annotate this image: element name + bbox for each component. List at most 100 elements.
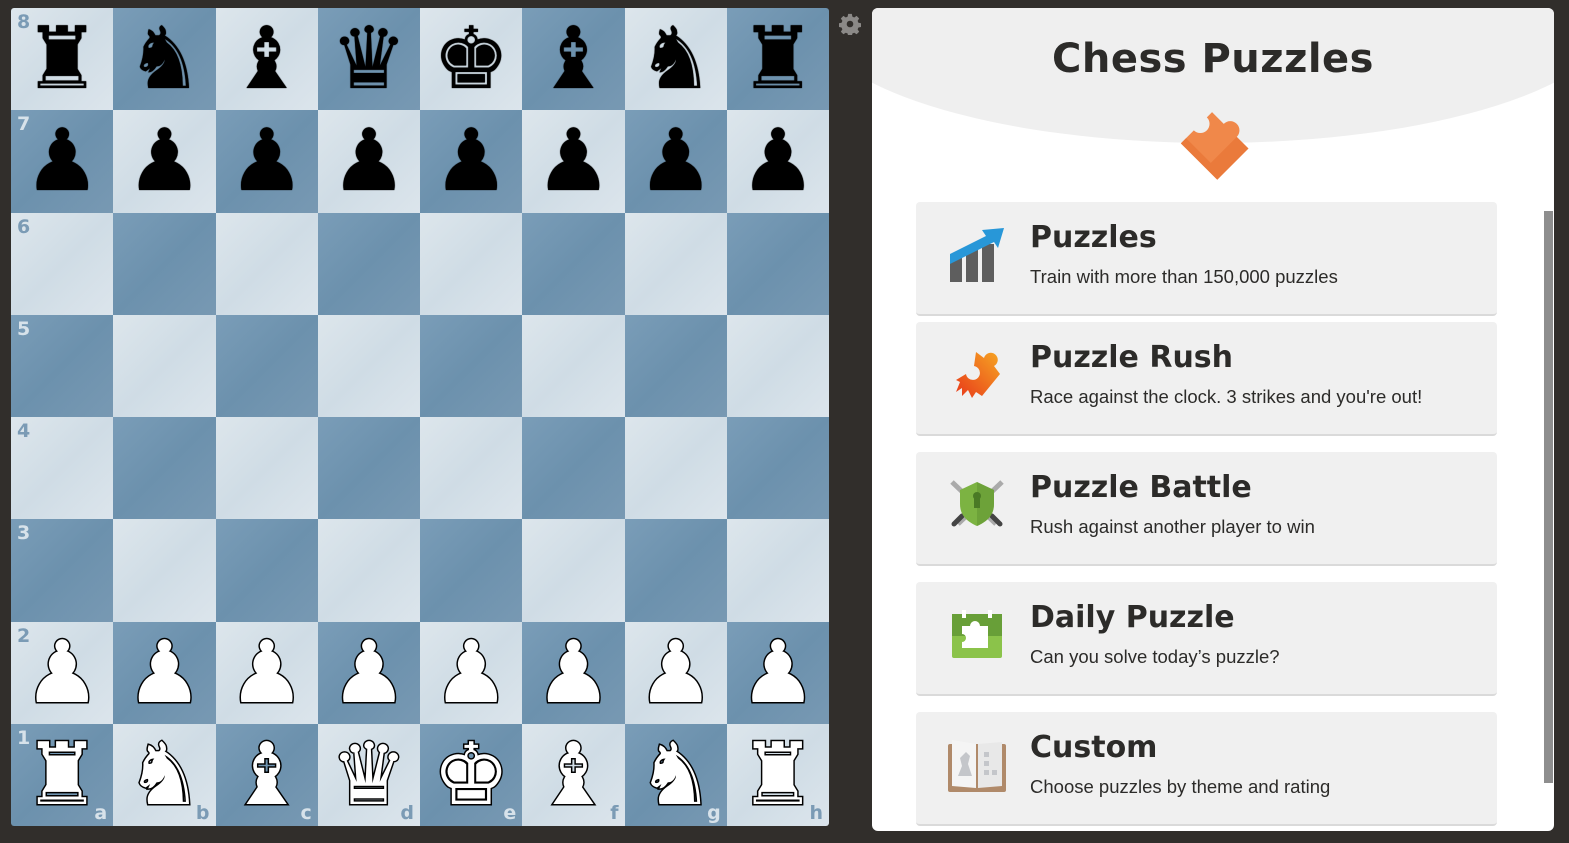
black-rook-icon[interactable]: ♜ — [739, 16, 816, 102]
square-a1[interactable]: 1 a ♜ — [11, 723, 114, 826]
white-pawn-icon[interactable]: ♟ — [22, 628, 102, 717]
black-pawn-icon[interactable]: ♟ — [739, 118, 816, 204]
black-queen-icon[interactable]: ♛ — [330, 16, 407, 102]
square-f8[interactable]: ♝ — [522, 8, 625, 111]
square-b6[interactable] — [113, 212, 216, 315]
black-knight-icon[interactable]: ♞ — [126, 16, 203, 102]
square-c1[interactable]: c ♝ — [215, 723, 318, 826]
square-h1[interactable]: h ♜ — [726, 723, 829, 826]
square-g6[interactable] — [624, 212, 727, 315]
square-h7[interactable]: ♟ — [726, 110, 829, 213]
square-e3[interactable] — [420, 519, 523, 622]
white-king-icon[interactable]: ♚ — [431, 730, 511, 819]
black-king-icon[interactable]: ♚ — [433, 16, 510, 102]
card-custom[interactable]: Custom Choose puzzles by theme and ratin… — [916, 712, 1497, 826]
square-d8[interactable]: ♛ — [317, 8, 420, 111]
chess-board[interactable]: 8 ♜ ♞ ♝ ♛ ♚ ♝ ♞ ♜ 7 ♟ ♟ ♟ ♟ ♟ ♟ ♟ ♟ 6 5 4 3 2 ♟ ♟ ♟ ♟ ♟ ♟ ♟ ♟ 1 a ♜ b ♞ c ♝ d ♛… — [11, 8, 829, 826]
square-g1[interactable]: g ♞ — [624, 723, 727, 826]
gear-icon[interactable] — [839, 13, 861, 35]
black-pawn-icon[interactable]: ♟ — [637, 118, 714, 204]
white-knight-icon[interactable]: ♞ — [636, 730, 716, 819]
square-g4[interactable] — [624, 417, 727, 520]
white-pawn-icon[interactable]: ♟ — [227, 628, 307, 717]
square-h5[interactable] — [726, 314, 829, 417]
square-e5[interactable] — [420, 314, 523, 417]
black-bishop-icon[interactable]: ♝ — [228, 16, 305, 102]
card-puzzles[interactable]: Puzzles Train with more than 150,000 puz… — [916, 202, 1497, 316]
black-pawn-icon[interactable]: ♟ — [24, 118, 101, 204]
square-f5[interactable] — [522, 314, 625, 417]
square-a5[interactable]: 5 — [11, 314, 114, 417]
white-rook-icon[interactable]: ♜ — [738, 730, 818, 819]
square-f3[interactable] — [522, 519, 625, 622]
square-c3[interactable] — [215, 519, 318, 622]
white-pawn-icon[interactable]: ♟ — [329, 628, 409, 717]
square-b8[interactable]: ♞ — [113, 8, 216, 111]
card-puzzle-battle[interactable]: Puzzle Battle Rush against another playe… — [916, 452, 1497, 566]
square-g7[interactable]: ♟ — [624, 110, 727, 213]
black-pawn-icon[interactable]: ♟ — [330, 118, 407, 204]
square-c2[interactable]: ♟ — [215, 621, 318, 724]
square-f4[interactable] — [522, 417, 625, 520]
square-h3[interactable] — [726, 519, 829, 622]
square-b4[interactable] — [113, 417, 216, 520]
square-h6[interactable] — [726, 212, 829, 315]
white-pawn-icon[interactable]: ♟ — [431, 628, 511, 717]
black-rook-icon[interactable]: ♜ — [24, 16, 101, 102]
square-c6[interactable] — [215, 212, 318, 315]
square-e4[interactable] — [420, 417, 523, 520]
card-daily-puzzle[interactable]: Daily Puzzle Can you solve today’s puzzl… — [916, 582, 1497, 696]
white-pawn-icon[interactable]: ♟ — [124, 628, 204, 717]
square-f7[interactable]: ♟ — [522, 110, 625, 213]
black-pawn-icon[interactable]: ♟ — [228, 118, 305, 204]
square-h4[interactable] — [726, 417, 829, 520]
square-g8[interactable]: ♞ — [624, 8, 727, 111]
square-f6[interactable] — [522, 212, 625, 315]
square-d6[interactable] — [317, 212, 420, 315]
white-bishop-icon[interactable]: ♝ — [227, 730, 307, 819]
square-a8[interactable]: 8 ♜ — [11, 8, 114, 111]
square-d5[interactable] — [317, 314, 420, 417]
square-f2[interactable]: ♟ — [522, 621, 625, 724]
square-a7[interactable]: 7 ♟ — [11, 110, 114, 213]
square-b3[interactable] — [113, 519, 216, 622]
square-e6[interactable] — [420, 212, 523, 315]
white-queen-icon[interactable]: ♛ — [329, 730, 409, 819]
square-d4[interactable] — [317, 417, 420, 520]
square-a3[interactable]: 3 — [11, 519, 114, 622]
black-bishop-icon[interactable]: ♝ — [535, 16, 612, 102]
square-a6[interactable]: 6 — [11, 212, 114, 315]
white-bishop-icon[interactable]: ♝ — [533, 730, 613, 819]
white-rook-icon[interactable]: ♜ — [22, 730, 102, 819]
square-g5[interactable] — [624, 314, 727, 417]
square-h8[interactable]: ♜ — [726, 8, 829, 111]
square-b7[interactable]: ♟ — [113, 110, 216, 213]
square-e7[interactable]: ♟ — [420, 110, 523, 213]
square-b2[interactable]: ♟ — [113, 621, 216, 724]
square-d1[interactable]: d ♛ — [317, 723, 420, 826]
square-c7[interactable]: ♟ — [215, 110, 318, 213]
square-b1[interactable]: b ♞ — [113, 723, 216, 826]
square-c8[interactable]: ♝ — [215, 8, 318, 111]
square-g2[interactable]: ♟ — [624, 621, 727, 724]
square-c4[interactable] — [215, 417, 318, 520]
square-a4[interactable]: 4 — [11, 417, 114, 520]
white-knight-icon[interactable]: ♞ — [124, 730, 204, 819]
square-g3[interactable] — [624, 519, 727, 622]
black-knight-icon[interactable]: ♞ — [637, 16, 714, 102]
white-pawn-icon[interactable]: ♟ — [533, 628, 613, 717]
square-c5[interactable] — [215, 314, 318, 417]
black-pawn-icon[interactable]: ♟ — [126, 118, 203, 204]
square-d2[interactable]: ♟ — [317, 621, 420, 724]
square-e1[interactable]: e ♚ — [420, 723, 523, 826]
white-pawn-icon[interactable]: ♟ — [738, 628, 818, 717]
square-h2[interactable]: ♟ — [726, 621, 829, 724]
square-a2[interactable]: 2 ♟ — [11, 621, 114, 724]
square-d3[interactable] — [317, 519, 420, 622]
square-b5[interactable] — [113, 314, 216, 417]
square-f1[interactable]: f ♝ — [522, 723, 625, 826]
square-e2[interactable]: ♟ — [420, 621, 523, 724]
white-pawn-icon[interactable]: ♟ — [636, 628, 716, 717]
card-puzzle-rush[interactable]: Puzzle Rush Race against the clock. 3 st… — [916, 322, 1497, 436]
black-pawn-icon[interactable]: ♟ — [433, 118, 510, 204]
